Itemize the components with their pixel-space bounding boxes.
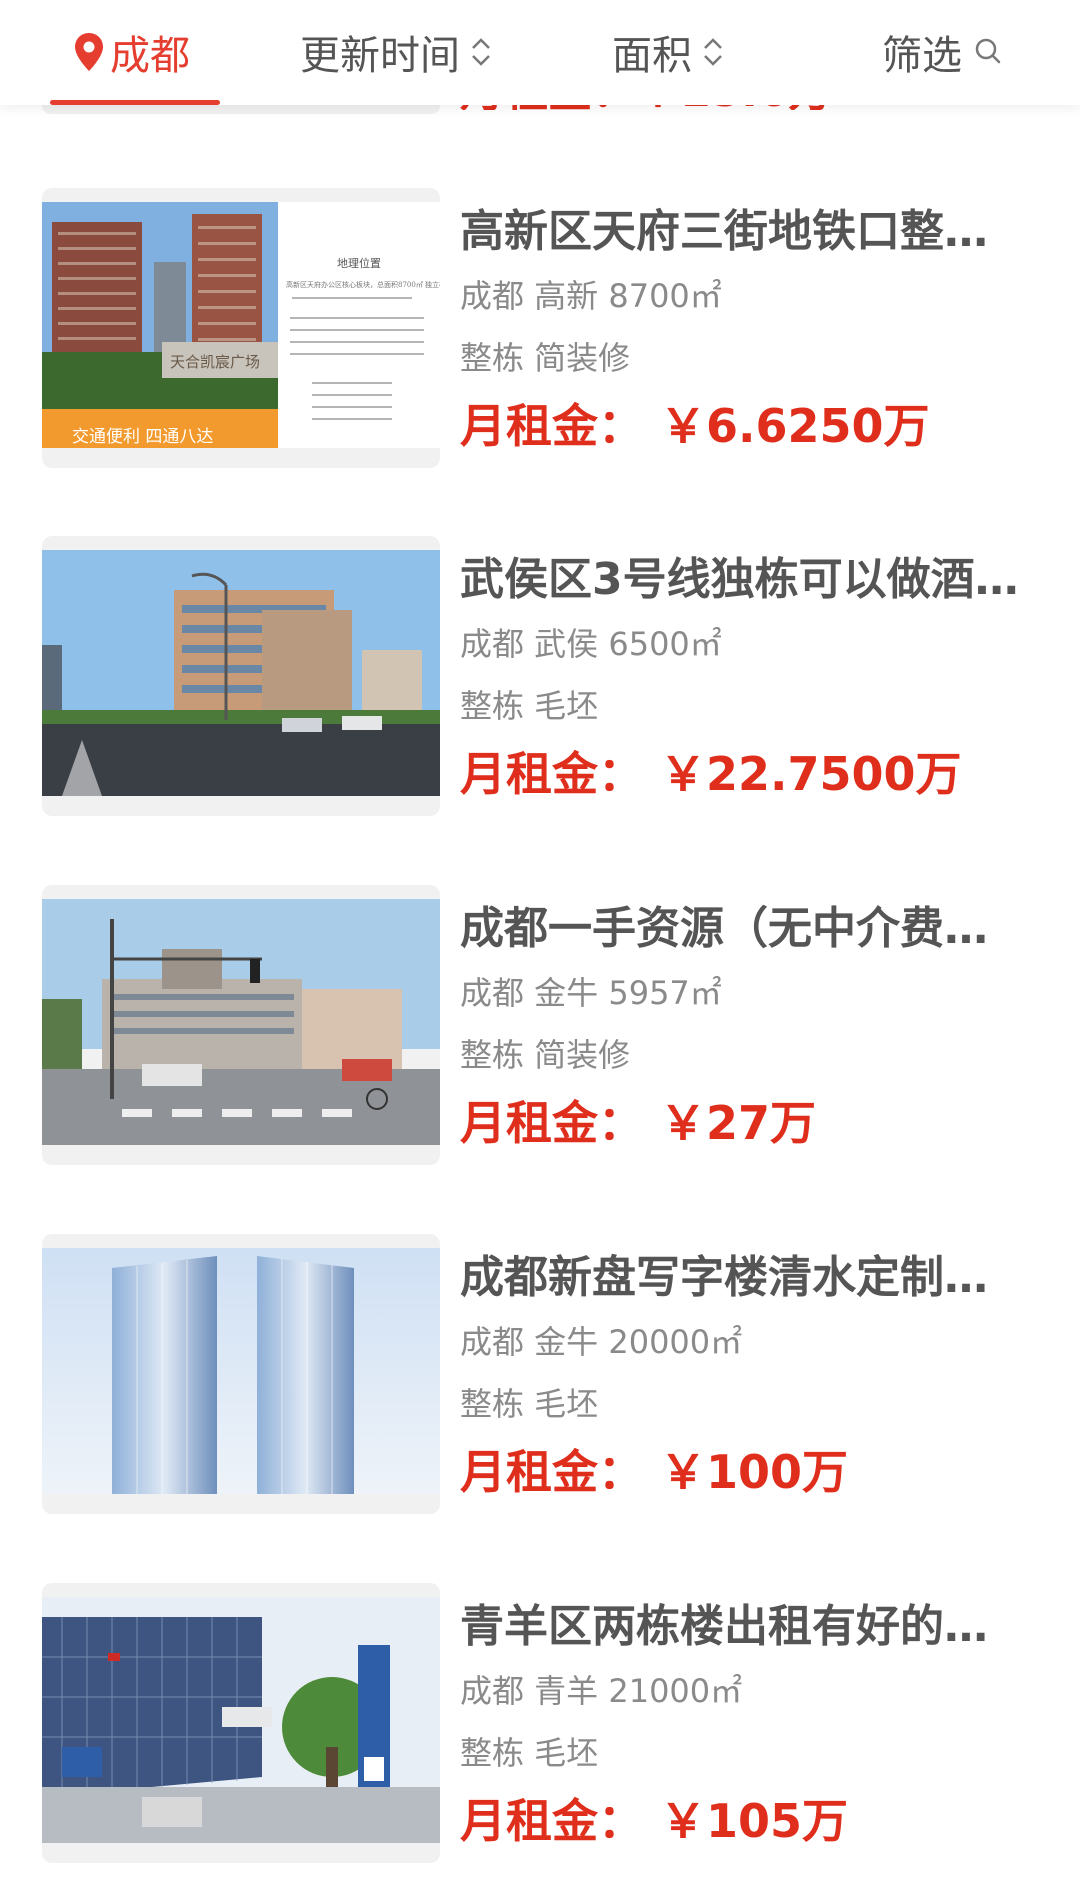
listing-image: 天合凯宸广场 交通便利 四通八达 地理位置 高新区天府办公区核心板块，总面积87… <box>42 202 440 448</box>
listing-image <box>42 550 440 796</box>
listing-title[interactable]: 成都新盘写字楼清水定制… <box>460 1250 1040 1306</box>
price-value: ￥6.6250万 <box>660 399 930 453</box>
listing-price: 月租金： ￥100万 <box>460 1442 848 1502</box>
listing-card[interactable]: 天合凯宸广场 交通便利 四通八达 地理位置 高新区天府办公区核心板块，总面积87… <box>0 188 1080 468</box>
listing-card[interactable]: 成都新盘写字楼清水定制… 成都 金牛 20000㎡ 整栋 毛坯 月租金： ￥100… <box>0 1234 1080 1514</box>
listing-card[interactable]: 成都一手资源（无中介费… 成都 金牛 5957㎡ 整栋 简装修 月租金： ￥27万 <box>0 885 1080 1165</box>
city-selector[interactable]: 成都 <box>74 22 190 82</box>
price-value: ￥105万 <box>660 1794 849 1848</box>
price-label: 月租金： <box>460 399 644 453</box>
listing-thumbnail[interactable]: 天合凯宸广场 交通便利 四通八达 地理位置 高新区天府办公区核心板块，总面积87… <box>42 188 440 468</box>
filter-label: 筛选 <box>882 33 962 79</box>
listing-thumbnail[interactable] <box>42 1583 440 1863</box>
filter-bar: 成都 更新时间 面积 筛选 <box>0 0 1080 105</box>
sort-toggle-icon <box>472 38 490 66</box>
listing-price: 月租金： ￥22.7500万 <box>460 744 962 804</box>
city-label: 成都 <box>110 33 190 79</box>
listing-type-decoration: 整栋 简装修 <box>460 339 631 377</box>
sort-by-area[interactable]: 面积 <box>612 22 724 82</box>
price-value: ￥100万 <box>660 1445 849 1499</box>
listing-image <box>42 899 440 1145</box>
listing-thumbnail[interactable] <box>42 1234 440 1514</box>
location-pin-icon <box>75 33 103 71</box>
listing-image <box>42 1248 440 1494</box>
sort-by-update-time[interactable]: 更新时间 <box>300 22 492 82</box>
listing-title[interactable]: 武侯区3号线独栋可以做酒… <box>460 552 1040 608</box>
listing-location-area: 成都 青羊 21000㎡ <box>460 1672 743 1710</box>
listing-image <box>42 1597 440 1843</box>
listing-price: 月租金： ￥105万 <box>460 1791 848 1851</box>
flyer-heading-text: 地理位置 <box>337 256 381 270</box>
listing-location-area: 成都 金牛 5957㎡ <box>460 974 722 1012</box>
listing-card[interactable]: 青羊区两栋楼出租有好的… 成都 青羊 21000㎡ 整栋 毛坯 月租金： ￥105… <box>0 1583 1080 1863</box>
listing-price: 月租金： ￥6.6250万 <box>460 396 930 456</box>
listing-type-decoration: 整栋 毛坯 <box>460 1385 599 1423</box>
listing-type-decoration: 整栋 简装修 <box>460 1036 631 1074</box>
listing-title[interactable]: 青羊区两栋楼出租有好的… <box>460 1599 1040 1655</box>
listing-thumbnail[interactable] <box>42 536 440 816</box>
filter-button[interactable]: 筛选 <box>882 22 1002 82</box>
price-label: 月租金： <box>460 1794 644 1848</box>
listing-card[interactable]: 武侯区3号线独栋可以做酒… 成都 武侯 6500㎡ 整栋 毛坯 月租金： ￥22.… <box>0 536 1080 816</box>
listing-title[interactable]: 高新区天府三街地铁口整… <box>460 204 1040 260</box>
price-label: 月租金： <box>460 1445 644 1499</box>
listing-location-area: 成都 武侯 6500㎡ <box>460 625 722 663</box>
sort-area-label: 面积 <box>612 33 692 79</box>
flyer-body-text: 高新区天府办公区核心板块，总面积8700㎡ 独立楼宇 <box>286 280 440 289</box>
listing-title[interactable]: 成都一手资源（无中介费… <box>460 901 1040 957</box>
sort-time-label: 更新时间 <box>300 33 460 79</box>
sort-toggle-icon <box>704 38 722 66</box>
price-value: ￥22.7500万 <box>660 747 962 801</box>
active-tab-indicator <box>50 100 220 105</box>
listing-type-decoration: 整栋 毛坯 <box>460 1734 599 1772</box>
price-label: 月租金： <box>460 747 644 801</box>
listing-location-area: 成都 高新 8700㎡ <box>460 277 722 315</box>
image-banner-text: 交通便利 四通八达 <box>72 427 213 447</box>
search-icon <box>975 38 1001 64</box>
price-value: ￥27万 <box>660 1096 817 1150</box>
price-label: 月租金： <box>460 1096 644 1150</box>
listing-thumbnail[interactable] <box>42 885 440 1165</box>
listing-type-decoration: 整栋 毛坯 <box>460 687 599 725</box>
listing-location-area: 成都 金牛 20000㎡ <box>460 1323 743 1361</box>
building-sign-text: 天合凯宸广场 <box>170 353 260 371</box>
listing-price: 月租金： ￥27万 <box>460 1093 816 1153</box>
